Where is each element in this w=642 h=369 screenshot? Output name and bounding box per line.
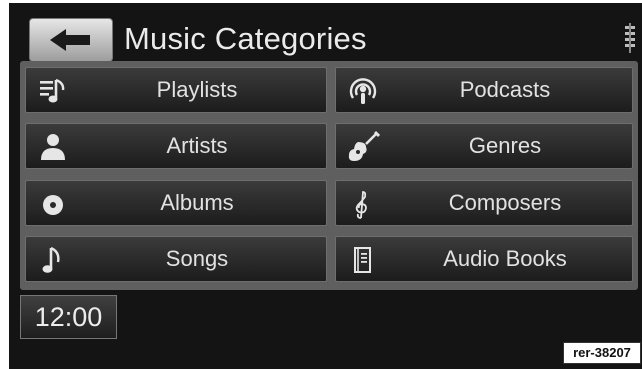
albums-label: Albums [160,190,234,215]
arrow-left-icon [50,29,90,51]
playlists-label: Playlists [156,77,238,102]
composers-button[interactable]: Composers [335,180,633,226]
header-bar: Music Categories [9,3,642,65]
treble-clef-icon [355,191,367,219]
book-icon [354,247,371,273]
composers-label: Composers [448,190,562,215]
back-button[interactable] [29,18,113,62]
audio-books-label: Audio Books [443,246,567,271]
genres-button[interactable]: Genres [335,123,633,169]
audio-books-button[interactable]: Audio Books [335,236,633,282]
music-note-icon [42,246,60,273]
playlist-icon [40,78,65,103]
disc-icon [43,195,63,215]
playlists-button[interactable]: Playlists [25,67,327,113]
albums-button[interactable]: Albums [25,180,327,226]
songs-button[interactable]: Songs [25,236,327,282]
guitar-icon [348,130,380,161]
genres-label: Genres [468,133,542,158]
songs-label: Songs [165,246,229,271]
podcast-icon [349,78,377,104]
reference-tag: rer-38207 [563,342,641,364]
artists-label: Artists [166,133,228,158]
clock-button[interactable]: 12:00 [20,295,117,339]
head-unit-screen: Music Categories Playlists Podcasts Arti… [9,3,642,369]
category-grid: Playlists Podcasts Artists Genres Albums… [20,61,638,290]
podcasts-label: Podcasts [459,77,551,102]
podcasts-button[interactable]: Podcasts [335,67,633,113]
artists-button[interactable]: Artists [25,123,327,169]
person-icon [41,134,65,160]
page-title: Music Categories [124,21,367,56]
equalizer-icon[interactable] [622,23,638,53]
